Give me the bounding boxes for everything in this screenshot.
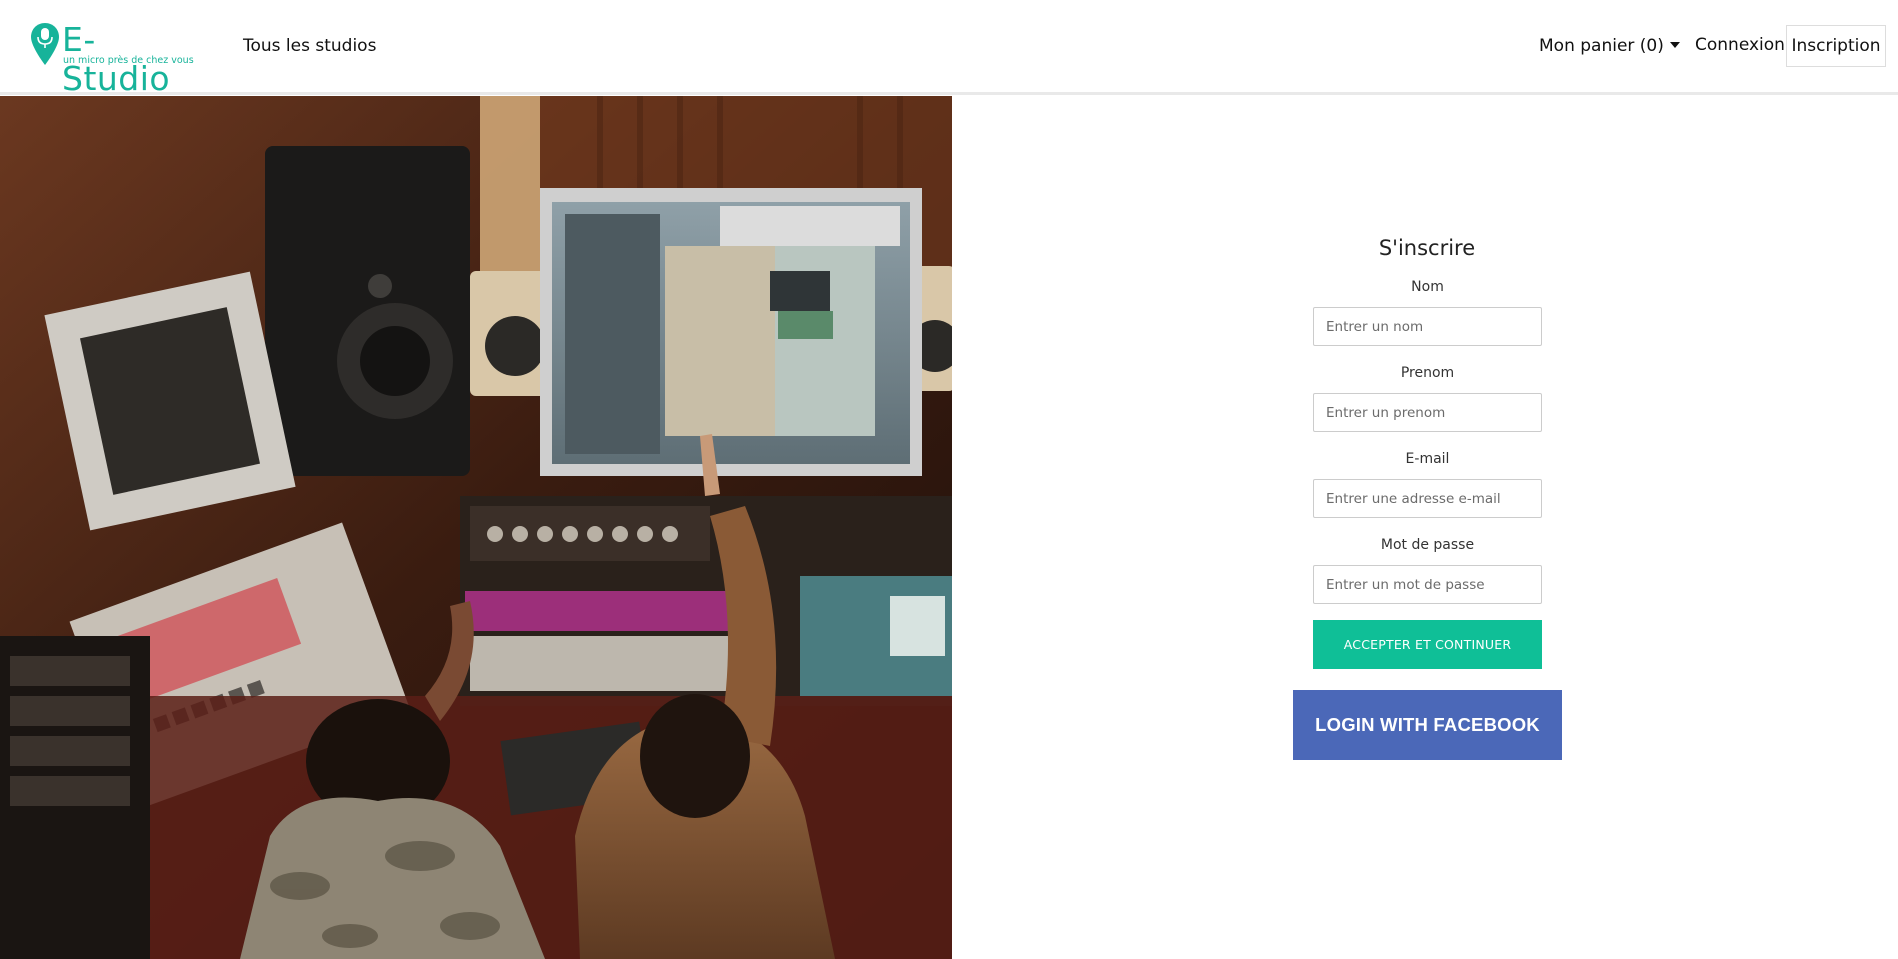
prenom-label: Prenom [1400, 365, 1455, 381]
nav-login[interactable]: Connexion [1695, 35, 1785, 55]
brand-logo[interactable]: E-Studio un micro près de chez vous [30, 20, 200, 98]
brand-tagline: un micro près de chez vous [63, 55, 194, 66]
navbar: E-Studio un micro près de chez vous Tous… [0, 0, 1898, 98]
password-label: Mot de passe [1380, 537, 1475, 553]
nom-label: Nom [1411, 279, 1444, 295]
nom-input[interactable] [1313, 307, 1542, 346]
prenom-input[interactable] [1313, 393, 1542, 432]
accept-continue-button[interactable]: ACCEPTER ET CONTINUER [1313, 620, 1542, 669]
microphone-pin-icon [31, 23, 59, 65]
email-label: E-mail [1405, 451, 1450, 467]
caret-down-icon [1669, 42, 1680, 48]
signup-title: S'inscrire [1378, 236, 1476, 260]
password-input[interactable] [1313, 565, 1542, 604]
nav-signup-button[interactable]: Inscription [1786, 25, 1886, 67]
nav-all-studios[interactable]: Tous les studios [243, 36, 376, 56]
nav-cart-label: Mon panier (0) [1539, 36, 1664, 56]
hero-studio-image [0, 96, 952, 959]
email-input[interactable] [1313, 479, 1542, 518]
facebook-login-button[interactable]: LOGIN WITH FACEBOOK [1293, 690, 1562, 760]
nav-cart-dropdown[interactable]: Mon panier (0) [1539, 36, 1680, 56]
studio-illustration [0, 96, 952, 959]
